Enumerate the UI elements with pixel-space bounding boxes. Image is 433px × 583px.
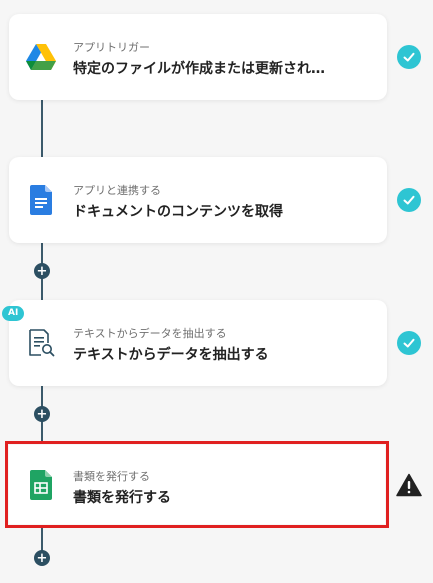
- google-sheets-icon: [25, 469, 57, 501]
- add-step-button[interactable]: +: [34, 550, 50, 566]
- step-type-label: アプリトリガー: [73, 41, 150, 54]
- step-title: ドキュメントのコンテンツを取得: [73, 204, 283, 220]
- step-type-label: アプリと連携する: [73, 184, 161, 197]
- step-title: テキストからデータを抽出する: [73, 347, 269, 363]
- highlight-frame: 書類を発行する 書類を発行する: [5, 441, 389, 528]
- flow-step-trigger[interactable]: アプリトリガー 特定のファイルが作成または更新され…: [9, 14, 387, 100]
- flow-connector: [41, 100, 43, 158]
- check-icon: [397, 331, 421, 355]
- ai-badge: AI: [2, 306, 25, 321]
- step-type-label: 書類を発行する: [73, 470, 150, 483]
- google-docs-icon: [25, 184, 57, 216]
- warning-icon: [396, 473, 422, 497]
- flow-step-issue-document[interactable]: 書類を発行する 書類を発行する: [9, 445, 385, 524]
- check-icon: [397, 45, 421, 69]
- step-type-label: テキストからデータを抽出する: [73, 327, 227, 340]
- flow-step-ai-extract[interactable]: AI テキストからデータを抽出する テキストからデータを抽出する: [2, 300, 387, 386]
- check-icon: [397, 188, 421, 212]
- document-search-icon: [25, 327, 57, 359]
- google-drive-icon: [25, 41, 57, 73]
- step-title: 特定のファイルが作成または更新され…: [73, 61, 325, 77]
- add-step-button[interactable]: +: [34, 263, 50, 279]
- flow-step-app-action[interactable]: アプリと連携する ドキュメントのコンテンツを取得: [9, 157, 387, 243]
- step-title: 書類を発行する: [73, 490, 171, 506]
- add-step-button[interactable]: +: [34, 406, 50, 422]
